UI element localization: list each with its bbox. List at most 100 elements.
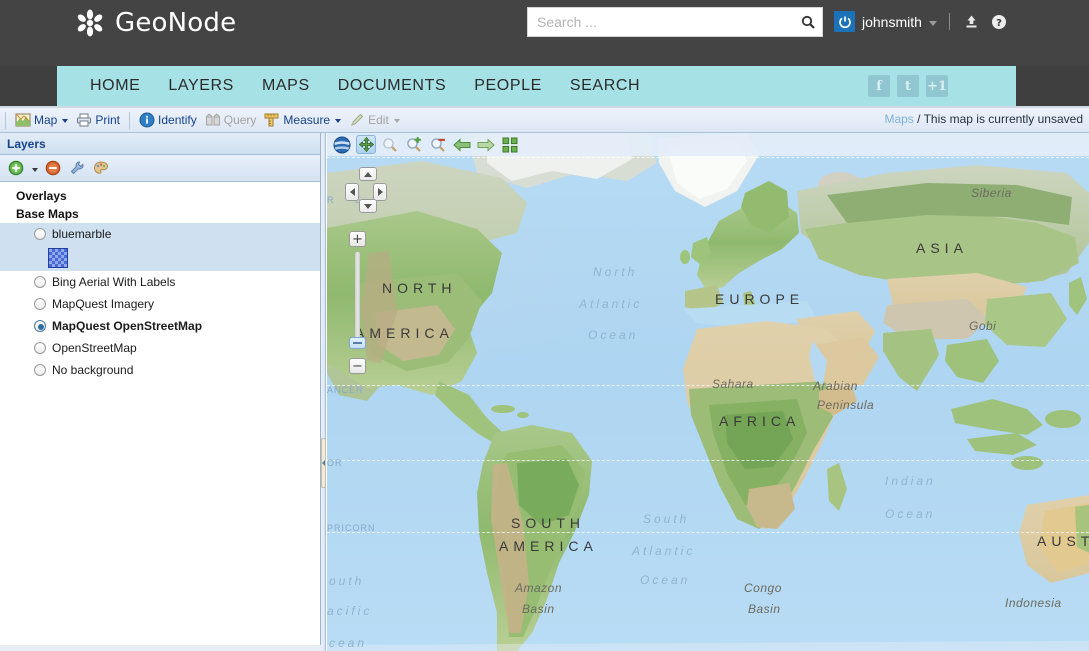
graticule-line: [327, 532, 1089, 533]
edit-label: Edit: [368, 113, 389, 127]
measure-button[interactable]: Measure: [260, 110, 345, 131]
toolbar-divider: [129, 111, 131, 129]
triangle-down-icon: [364, 203, 372, 209]
layer-legend-bluemarble: [0, 245, 320, 271]
search-input[interactable]: [535, 9, 794, 35]
info-icon: [139, 112, 155, 128]
map-viewport[interactable]: NORTH AMERICA EUROPE ASIA AFRICA SOUTH A…: [327, 133, 1089, 651]
layer-styles-button[interactable]: [92, 159, 110, 177]
tree-group-overlays[interactable]: Overlays: [0, 187, 320, 205]
panel-splitter[interactable]: [321, 133, 326, 651]
map-icon: [15, 112, 31, 128]
layer-label: No background: [52, 363, 134, 377]
help-icon[interactable]: ?: [989, 11, 1009, 32]
twitter-icon[interactable]: t: [897, 75, 919, 97]
layer-properties-button[interactable]: [68, 159, 86, 177]
zoom-box-icon: [380, 135, 400, 154]
layer-item-bing-aerial[interactable]: Bing Aerial With Labels: [0, 271, 320, 293]
print-button[interactable]: Print: [72, 110, 124, 131]
upload-icon[interactable]: [962, 11, 982, 32]
username-label: johnsmith: [862, 13, 922, 30]
layer-item-no-background[interactable]: No background: [0, 359, 320, 381]
zoom-to-extent-icon[interactable]: [500, 135, 520, 154]
search-icon[interactable]: [794, 9, 822, 35]
remove-layer-button[interactable]: [44, 159, 62, 177]
map-menu-button[interactable]: Map: [11, 110, 72, 131]
layer-item-bluemarble[interactable]: bluemarble: [0, 223, 320, 245]
printer-icon: [76, 112, 92, 128]
pan-tool-icon[interactable]: [356, 135, 376, 154]
layer-item-mapquest-imagery[interactable]: MapQuest Imagery: [0, 293, 320, 315]
panel-scroll-corner: [0, 645, 321, 651]
query-icon: [205, 112, 221, 128]
query-button: Query: [201, 110, 261, 131]
triangle-up-icon: [364, 171, 372, 177]
map-canvas[interactable]: NORTH AMERICA EUROPE ASIA AFRICA SOUTH A…: [327, 133, 1089, 651]
map-menu-label: Map: [34, 113, 58, 127]
user-menu[interactable]: johnsmith ?: [834, 11, 1009, 32]
brand[interactable]: GeoNode: [75, 8, 236, 38]
globe-icon[interactable]: [332, 135, 352, 154]
nav-item-people[interactable]: PEOPLE: [460, 66, 556, 106]
maps-breadcrumb-link[interactable]: Maps: [884, 112, 913, 126]
top-header: GeoNode johnsmith: [0, 0, 1089, 66]
back-arrow-icon[interactable]: [452, 135, 472, 154]
forward-arrow-icon[interactable]: [476, 135, 496, 154]
layer-tree: Overlays Base Maps bluemarble Bing Aeria…: [0, 182, 320, 381]
facebook-icon[interactable]: f: [868, 75, 890, 97]
radio-button[interactable]: [34, 228, 46, 240]
zoom-in-button[interactable]: +: [349, 231, 366, 247]
zoom-out-icon[interactable]: [428, 135, 448, 154]
ruler-icon: [264, 112, 280, 128]
identify-button[interactable]: Identify: [135, 110, 201, 131]
layer-label: MapQuest OpenStreetMap: [52, 319, 203, 333]
zoom-out-button[interactable]: −: [349, 358, 366, 374]
nav-item-documents[interactable]: DOCUMENTS: [324, 66, 461, 106]
layer-item-openstreetmap[interactable]: OpenStreetMap: [0, 337, 320, 359]
pan-left-button[interactable]: [345, 183, 359, 201]
print-label: Print: [95, 113, 121, 127]
map-landmasses: [327, 133, 1089, 651]
graticule-line: [327, 460, 1089, 461]
radio-button[interactable]: [34, 364, 46, 376]
nav-item-search[interactable]: SEARCH: [556, 66, 654, 106]
search-box[interactable]: [527, 7, 823, 37]
pan-down-button[interactable]: [359, 199, 377, 213]
svg-text:?: ?: [996, 18, 1002, 29]
pan-up-button[interactable]: [359, 167, 377, 181]
layer-label: Bing Aerial With Labels: [52, 275, 176, 289]
layer-item-mapquest-osm[interactable]: MapQuest OpenStreetMap: [0, 315, 320, 337]
chevron-down-icon[interactable]: [928, 20, 937, 26]
radio-button[interactable]: [34, 342, 46, 354]
header-divider: [948, 13, 950, 30]
chevron-left-icon: [322, 460, 325, 466]
map-save-status-text: / This map is currently unsaved: [917, 112, 1083, 126]
tree-group-basemaps[interactable]: Base Maps: [0, 205, 320, 223]
triangle-left-icon: [349, 188, 355, 196]
zoom-control[interactable]: + −: [349, 231, 366, 374]
zoom-in-icon[interactable]: [404, 135, 424, 154]
add-layer-button[interactable]: [7, 159, 25, 177]
radio-button[interactable]: [34, 276, 46, 288]
radio-button[interactable]: [34, 320, 46, 332]
zoom-slider-thumb[interactable]: [349, 337, 366, 349]
main-navigation: HOME LAYERS MAPS DOCUMENTS PEOPLE SEARCH…: [0, 66, 1089, 108]
panel-collapse-handle[interactable]: [321, 438, 326, 488]
radio-button[interactable]: [34, 298, 46, 310]
nav-item-home[interactable]: HOME: [57, 66, 154, 106]
googleplus-icon[interactable]: +1: [926, 75, 948, 97]
triangle-right-icon: [377, 188, 383, 196]
graticule-line: [327, 385, 1089, 386]
power-icon: [834, 11, 855, 32]
chevron-down-icon[interactable]: [32, 167, 38, 172]
measure-label: Measure: [283, 113, 331, 127]
layers-panel: Layers Overlays Base Maps bluemarble Bin…: [0, 133, 321, 651]
layer-label: bluemarble: [52, 227, 112, 241]
nav-item-maps[interactable]: MAPS: [248, 66, 324, 106]
pan-control[interactable]: [345, 167, 391, 213]
identify-label: Identify: [158, 113, 197, 127]
layer-label: MapQuest Imagery: [52, 297, 155, 311]
zoom-slider-track[interactable]: [349, 252, 366, 349]
nav-item-layers[interactable]: LAYERS: [154, 66, 248, 106]
graticule-line: [327, 157, 1089, 158]
